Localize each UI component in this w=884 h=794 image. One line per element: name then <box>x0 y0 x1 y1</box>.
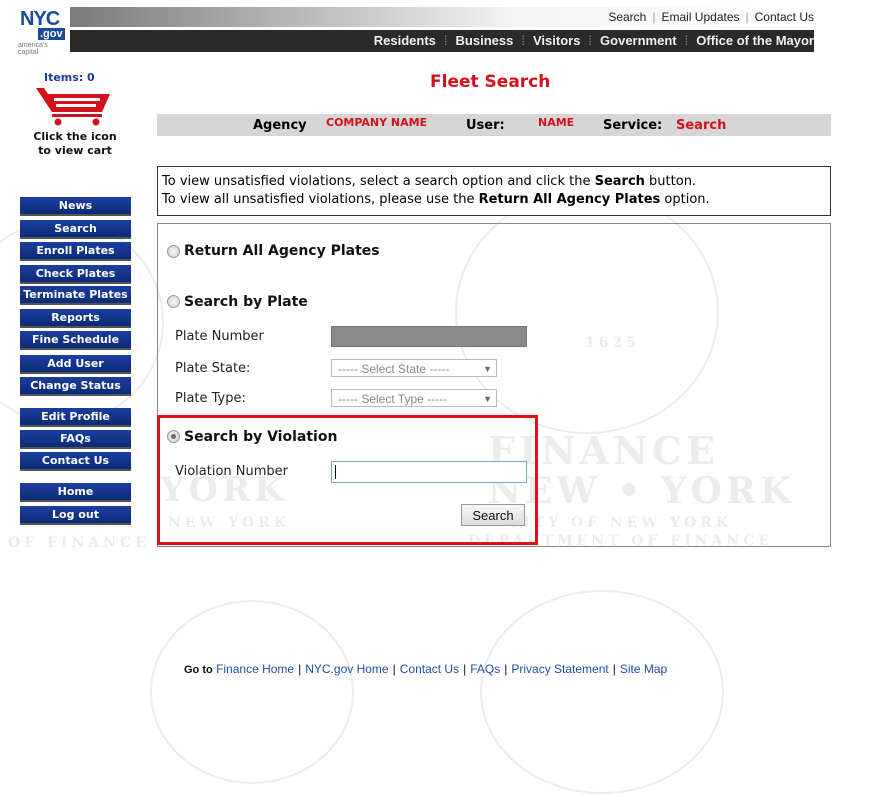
plate-type-select-value: ----- Select Type ----- <box>338 392 448 406</box>
sidebar-item-faqs[interactable]: FAQs <box>20 430 131 449</box>
logo-gov-text: .gov <box>38 28 65 40</box>
footer-link-contact-us[interactable]: Contact Us <box>400 662 459 676</box>
top-link-search[interactable]: Search <box>608 10 646 24</box>
cart-items-count: Items: 0 <box>44 71 95 84</box>
sidebar-item-contact-us[interactable]: Contact Us <box>20 452 131 471</box>
user-label: User: <box>466 118 505 133</box>
service-value: Search <box>676 118 727 133</box>
cart-caption: Click the icon to view cart <box>20 130 130 158</box>
chevron-down-icon: ▼ <box>483 394 492 404</box>
sidebar-item-edit-profile[interactable]: Edit Profile <box>20 408 131 427</box>
option-search-by-plate[interactable]: Search by Plate <box>184 294 308 310</box>
footer-link-privacy-statement[interactable]: Privacy Statement <box>511 662 608 676</box>
radio-return-all-agency-plates[interactable] <box>167 245 180 258</box>
user-value: NAME <box>538 116 575 129</box>
sidebar-item-log-out[interactable]: Log out <box>20 506 131 525</box>
plate-state-select[interactable]: ----- Select State ----- ▼ <box>331 359 497 377</box>
watermark-seal-bottom-left <box>150 600 354 784</box>
plate-number-label: Plate Number <box>175 329 264 344</box>
sidebar-item-fine-schedule[interactable]: Fine Schedule <box>20 331 131 350</box>
watermark-of-finance: OF FINANCE <box>8 535 150 551</box>
plate-state-select-value: ----- Select State ----- <box>338 362 450 376</box>
footer-link-nyc-gov-home[interactable]: NYC.gov Home <box>305 662 388 676</box>
agency-label: Agency <box>253 118 307 133</box>
radio-search-by-plate[interactable] <box>167 295 180 308</box>
nav-visitors[interactable]: Visitors <box>533 33 580 48</box>
top-link-contact-us[interactable]: Contact Us <box>755 10 814 24</box>
shopping-cart-icon[interactable] <box>36 86 114 126</box>
instructions-box: To view unsatisfied violations, select a… <box>157 166 831 216</box>
page-title: Fleet Search <box>430 72 551 92</box>
footer-links: Go to Finance Home | NYC.gov Home | Contact … <box>184 662 668 676</box>
instructions-line1: To view unsatisfied violations, select a… <box>162 174 697 189</box>
footer-go-to: Go to <box>184 664 213 676</box>
sidebar-item-change-status[interactable]: Change Status <box>20 377 131 396</box>
cart-caption-line2: to view cart <box>38 144 112 157</box>
sidebar-item-reports[interactable]: Reports <box>20 309 131 328</box>
top-link-email-updates[interactable]: Email Updates <box>661 10 739 24</box>
plate-type-select[interactable]: ----- Select Type ----- ▼ <box>331 389 497 407</box>
service-label: Service: <box>603 118 663 133</box>
sidebar-item-news[interactable]: News <box>20 197 131 216</box>
watermark-seal-bottom <box>480 590 724 794</box>
chevron-down-icon: ▼ <box>483 364 492 374</box>
nyc-gov-logo[interactable]: NYC .gov america's capital <box>16 6 66 56</box>
sidebar-item-check-plates[interactable]: Check Plates <box>20 265 131 284</box>
violation-highlight-box <box>157 415 538 545</box>
nav-business[interactable]: Business <box>456 33 514 48</box>
agency-value: COMPANY NAME <box>326 116 428 129</box>
option-return-all-agency-plates[interactable]: Return All Agency Plates <box>184 243 380 259</box>
nav-government[interactable]: Government <box>600 33 677 48</box>
top-utility-links: Search | Email Updates | Contact Us <box>608 10 814 24</box>
cart-caption-line1: Click the icon <box>33 130 117 143</box>
plate-number-input[interactable] <box>331 326 527 347</box>
sidebar-item-terminate-plates[interactable]: Terminate Plates <box>20 286 131 305</box>
nav-office-of-the-mayor[interactable]: Office of the Mayor <box>696 33 814 48</box>
logo-tagline: america's capital <box>18 42 48 56</box>
plate-type-label: Plate Type: <box>175 391 246 406</box>
instructions-line2: To view all unsatisfied violations, plea… <box>162 192 710 207</box>
footer-link-site-map[interactable]: Site Map <box>620 662 667 676</box>
footer-link-finance-home[interactable]: Finance Home <box>216 662 294 676</box>
footer-link-faqs[interactable]: FAQs <box>470 662 500 676</box>
nav-residents[interactable]: Residents <box>374 33 436 48</box>
main-nav-links: Residents ⁞ Business ⁞ Visitors ⁞ Government ⁞ O… <box>373 33 814 48</box>
sidebar-item-search[interactable]: Search <box>20 220 131 239</box>
sidebar-item-add-user[interactable]: Add User <box>20 355 131 374</box>
sidebar-item-home[interactable]: Home <box>20 483 131 502</box>
sidebar-item-enroll-plates[interactable]: Enroll Plates <box>20 242 131 261</box>
plate-state-label: Plate State: <box>175 361 251 376</box>
